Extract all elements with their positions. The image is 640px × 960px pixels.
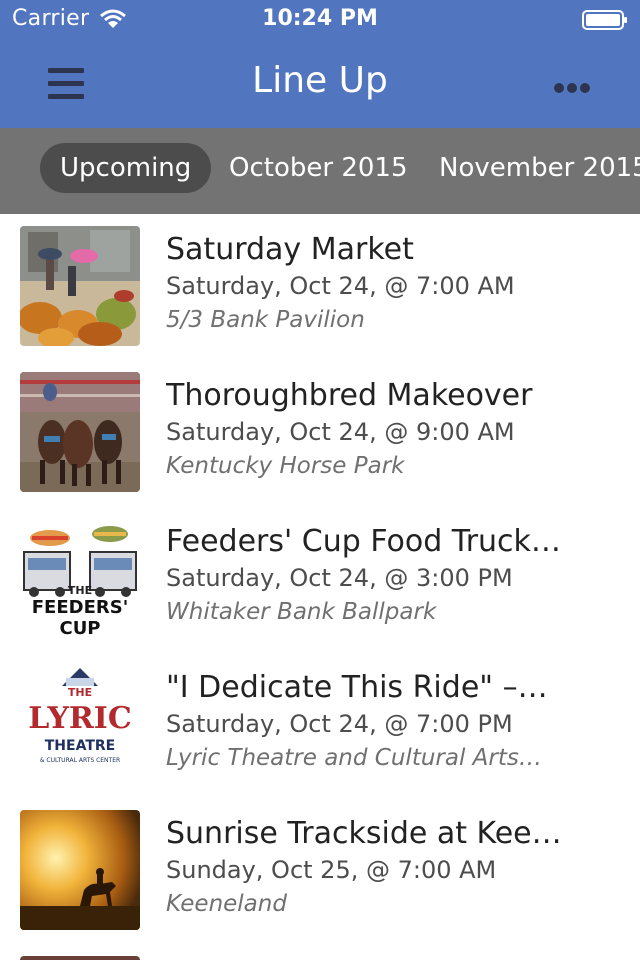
feeders-cup-logo-thumbnail: THE FEEDERS' CUP	[20, 518, 140, 638]
logo-text-the: THE	[68, 584, 92, 597]
event-venue: Whitaker Bank Ballpark	[166, 599, 437, 625]
event-date: Saturday, Oct 24, @ 9:00 AM	[166, 418, 515, 446]
event-venue: Keeneland	[166, 891, 287, 917]
event-row[interactable]: Thoroughbred Makeover Saturday, Oct 24, …	[0, 360, 640, 506]
event-title: Saturday Market	[166, 232, 414, 267]
month-tab-bar: Upcoming October 2015 November 2015	[0, 128, 640, 214]
event-date: Sunday, Oct 25, @ 7:00 AM	[166, 856, 497, 884]
event-venue: Lyric Theatre and Cultural Arts…	[166, 745, 542, 771]
clock: 10:24 PM	[262, 6, 378, 31]
event-date: Saturday, Oct 24, @ 7:00 PM	[166, 710, 513, 738]
event-venue: 5/3 Bank Pavilion	[166, 307, 365, 333]
market-photo-thumbnail	[20, 226, 140, 346]
event-title: Thoroughbred Makeover	[166, 378, 533, 413]
more-options-icon[interactable]	[554, 78, 594, 93]
tab-october-2015[interactable]: October 2015	[229, 143, 407, 193]
battery-icon	[582, 10, 627, 30]
event-venue: Kentucky Horse Park	[166, 453, 405, 479]
event-title: Sunrise Trackside at Kee…	[166, 816, 562, 851]
status-bar: Carrier 10:24 PM	[0, 0, 640, 40]
event-title: Feeders' Cup Food Truck…	[166, 524, 561, 559]
event-date: Saturday, Oct 24, @ 7:00 AM	[166, 272, 515, 300]
nav-header: Carrier 10:24 PM Line Up	[0, 0, 640, 128]
event-row[interactable]: Sunrise Trackside at Kee… Sunday, Oct 25…	[0, 798, 640, 944]
event-row[interactable]: THE LYRIC THEATRE & CULTURAL ARTS CENTER…	[0, 652, 640, 798]
logo-text-theatre: THEATRE	[45, 738, 115, 754]
logo-text-feeders: FEEDERS'	[32, 597, 128, 618]
page-title: Line Up	[252, 60, 388, 101]
tab-november-2015[interactable]: November 2015	[439, 143, 640, 193]
event-row[interactable]: Saturday Market Saturday, Oct 24, @ 7:00…	[0, 214, 640, 360]
logo-text-cup: CUP	[59, 618, 100, 638]
horses-photo-thumbnail	[20, 372, 140, 492]
tab-upcoming[interactable]: Upcoming	[40, 143, 212, 193]
event-date: Saturday, Oct 24, @ 3:00 PM	[166, 564, 513, 592]
logo-text-subtitle: & CULTURAL ARTS CENTER	[40, 757, 120, 764]
next-event-thumbnail-partial	[20, 956, 140, 960]
event-row[interactable]: THE FEEDERS' CUP Feeders' Cup Food Truck…	[0, 506, 640, 652]
sunrise-photo-thumbnail	[20, 810, 140, 930]
logo-text-the: THE	[68, 686, 92, 699]
lyric-theatre-logo-thumbnail: THE LYRIC THEATRE & CULTURAL ARTS CENTER	[20, 664, 140, 784]
event-title: "I Dedicate This Ride" –…	[166, 670, 548, 705]
logo-text-lyric: LYRIC	[28, 701, 131, 736]
